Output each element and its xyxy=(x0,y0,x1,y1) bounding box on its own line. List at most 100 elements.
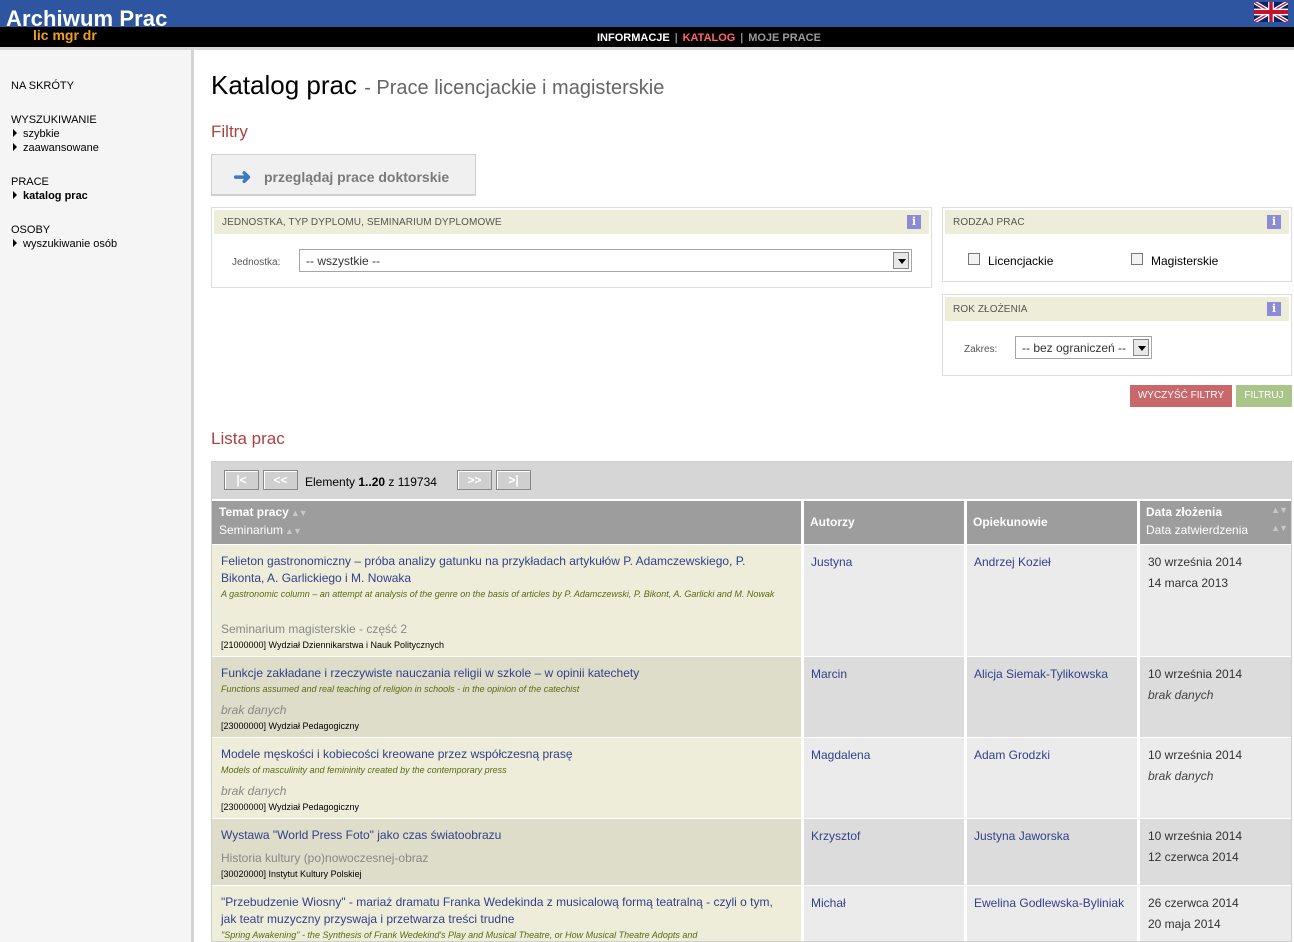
supervisor-link[interactable]: Andrzej Kozieł xyxy=(974,555,1051,569)
table-row[interactable]: Felieton gastronomiczny – próba analizy … xyxy=(212,545,1291,656)
magisterskie-checkbox[interactable] xyxy=(1131,253,1143,265)
sidebar-item-label: wyszukiwanie osób xyxy=(23,238,118,250)
author-link[interactable]: Michał xyxy=(811,896,846,910)
sidebar-shortcuts[interactable]: NA SKRÓTY xyxy=(11,80,74,92)
sort-icon[interactable]: ▲▼ xyxy=(1271,505,1288,515)
first-page-button[interactable]: |< xyxy=(224,470,259,490)
table-row[interactable]: Funkcje zakładane i rzeczywiste nauczani… xyxy=(212,657,1291,737)
next-page-button[interactable]: >> xyxy=(457,470,492,490)
author-link[interactable]: Krzysztof xyxy=(811,829,860,843)
table-row[interactable]: "Przebudzenie Wiosny" - mariaż dramatu F… xyxy=(212,886,1291,941)
col-date-approved-label: Data zatwierdzenia xyxy=(1146,523,1249,537)
licencjackie-checkbox[interactable] xyxy=(968,253,980,265)
supervisor-link[interactable]: Justyna Jaworska xyxy=(974,829,1069,843)
browse-doctoral-button[interactable]: ➜ przeglądaj prace doktorskie xyxy=(211,154,476,196)
date-submitted: 10 września 2014 xyxy=(1148,667,1243,681)
top-bar: Archiwum Prac xyxy=(0,0,1294,31)
chevron-down-icon[interactable] xyxy=(1133,339,1149,356)
work-unit: [23000000] Wydział Pedagogiczny xyxy=(221,721,360,731)
cell-dates: 30 września 2014 14 marca 2013 xyxy=(1140,545,1291,656)
work-title-link[interactable]: Felieton gastronomiczny – próba analizy … xyxy=(221,553,791,587)
cell-topic: "Przebudzenie Wiosny" - mariaż dramatu F… xyxy=(212,886,801,941)
unit-select[interactable]: -- wszystkie -- xyxy=(299,249,912,272)
col-supervisors[interactable]: Opiekunowie xyxy=(967,501,1137,544)
cell-author: Marcin xyxy=(804,657,964,737)
date-submitted: 10 września 2014 xyxy=(1148,829,1243,843)
info-icon[interactable]: i xyxy=(1267,215,1281,229)
work-unit: [21000000] Wydział Dziennikarstwa i Nauk… xyxy=(221,640,445,650)
info-icon[interactable]: i xyxy=(1267,302,1281,316)
work-unit: [23000000] Wydział Pedagogiczny xyxy=(221,802,360,812)
sidebar-item-catalog[interactable]: katalog prac xyxy=(13,190,88,202)
author-link[interactable]: Magdalena xyxy=(811,748,870,762)
sidebar-item-label: katalog prac xyxy=(23,190,88,202)
cell-supervisor: Adam Grodzki xyxy=(967,738,1137,818)
triangle-right-icon xyxy=(13,143,17,151)
nav-separator: | xyxy=(674,32,678,44)
work-title-link[interactable]: Wystawa "World Press Foto" jako czas świ… xyxy=(221,827,791,844)
page-subtitle: - Prace licencjackie i magisterskie xyxy=(364,77,665,99)
work-seminar: Seminarium magisterskie - część 2 xyxy=(221,622,408,636)
work-seminar: brak danych xyxy=(221,784,287,798)
filter-button[interactable]: FILTRUJ xyxy=(1236,385,1292,407)
cell-supervisor: Ewelina Godlewska-Byliniak xyxy=(967,886,1137,941)
cell-topic: Funkcje zakładane i rzeczywiste nauczani… xyxy=(212,657,801,737)
col-topic-label: Temat pracy xyxy=(219,505,289,519)
supervisor-link[interactable]: Alicja Siemak-Tylikowska xyxy=(974,667,1108,681)
cell-author: Krzysztof xyxy=(804,819,964,885)
supervisor-link[interactable]: Ewelina Godlewska-Byliniak xyxy=(974,896,1124,910)
nav-katalog[interactable]: KATALOG xyxy=(683,32,736,44)
nav-informacje[interactable]: INFORMACJE xyxy=(597,32,670,44)
page-title-main: Katalog prac xyxy=(211,70,357,100)
work-seminar: Historia kultury (po)nowoczesnej-obraz xyxy=(221,851,429,865)
work-seminar: brak danych xyxy=(221,703,287,717)
col-topic[interactable]: Temat pracy ▲▼ Seminarium ▲▼ xyxy=(212,501,801,544)
table-row[interactable]: Modele męskości i kobiecości kreowane pr… xyxy=(212,738,1291,818)
work-title-link[interactable]: "Przebudzenie Wiosny" - mariaż dramatu F… xyxy=(221,894,791,928)
triangle-right-icon xyxy=(13,239,17,247)
sidebar-item-label: zaawansowane xyxy=(23,142,99,154)
chevron-down-icon[interactable] xyxy=(893,252,909,269)
page-title: Katalog prac - Prace licencjackie i magi… xyxy=(211,70,664,101)
col-dates[interactable]: Data złożenia ▲▼ Data zatwierdzenia ▲▼ xyxy=(1140,501,1291,544)
sidebar-item-people-search[interactable]: wyszukiwanie osób xyxy=(13,238,117,250)
sort-icon[interactable]: ▲▼ xyxy=(1271,523,1288,533)
nav-shadow xyxy=(0,47,1294,50)
author-link[interactable]: Justyna xyxy=(811,555,852,569)
sidebar: NA SKRÓTY WYSZUKIWANIE szybkie zaawansow… xyxy=(0,50,194,942)
sort-icon[interactable]: ▲▼ xyxy=(291,508,308,518)
pager-prefix: Elementy xyxy=(305,475,356,489)
sort-icon[interactable]: ▲▼ xyxy=(285,526,302,536)
cell-supervisor: Alicja Siemak-Tylikowska xyxy=(967,657,1137,737)
prev-page-button[interactable]: << xyxy=(263,470,298,490)
date-approved: brak danych xyxy=(1148,688,1214,702)
author-link[interactable]: Marcin xyxy=(811,667,847,681)
supervisor-link[interactable]: Adam Grodzki xyxy=(974,748,1050,762)
col-authors[interactable]: Autorzy xyxy=(804,501,964,544)
nav-moje-prace[interactable]: MOJE PRACE xyxy=(748,32,821,44)
last-page-button[interactable]: >| xyxy=(496,470,531,490)
date-approved: 20 maja 2014 xyxy=(1148,917,1221,931)
col-authors-label: Autorzy xyxy=(810,515,855,529)
main-nav: INFORMACJE | KATALOG | MOJE PRACE xyxy=(597,32,821,44)
work-title-link[interactable]: Funkcje zakładane i rzeczywiste nauczani… xyxy=(221,665,791,682)
unit-filter-panel: JEDNOSTKA, TYP DYPLOMU, SEMINARIUM DYPLO… xyxy=(211,207,932,288)
sidebar-item-label: szybkie xyxy=(23,128,60,140)
col-date-submitted-label: Data złożenia xyxy=(1146,505,1223,519)
triangle-right-icon xyxy=(13,191,17,199)
sidebar-people-head: OSOBY xyxy=(11,224,51,236)
work-title-link[interactable]: Modele męskości i kobiecości kreowane pr… xyxy=(221,746,791,763)
date-submitted: 10 września 2014 xyxy=(1148,748,1243,762)
cell-author: Justyna xyxy=(804,545,964,656)
uk-flag-icon[interactable] xyxy=(1254,2,1288,22)
col-supervisors-label: Opiekunowie xyxy=(973,515,1048,529)
sidebar-item-search-advanced[interactable]: zaawansowane xyxy=(13,142,99,154)
panel-header: RODZAJ PRAC i xyxy=(945,210,1289,234)
info-icon[interactable]: i xyxy=(907,215,921,229)
clear-filters-button[interactable]: WYCZYŚĆ FILTRY xyxy=(1130,385,1232,407)
sidebar-item-search-fast[interactable]: szybkie xyxy=(13,128,60,140)
browse-doctoral-label: przeglądaj prace doktorskie xyxy=(264,169,450,185)
arrow-right-icon: ➜ xyxy=(233,164,252,189)
range-select[interactable]: -- bez ograniczeń -- xyxy=(1015,336,1152,359)
table-row[interactable]: Wystawa "World Press Foto" jako czas świ… xyxy=(212,819,1291,885)
